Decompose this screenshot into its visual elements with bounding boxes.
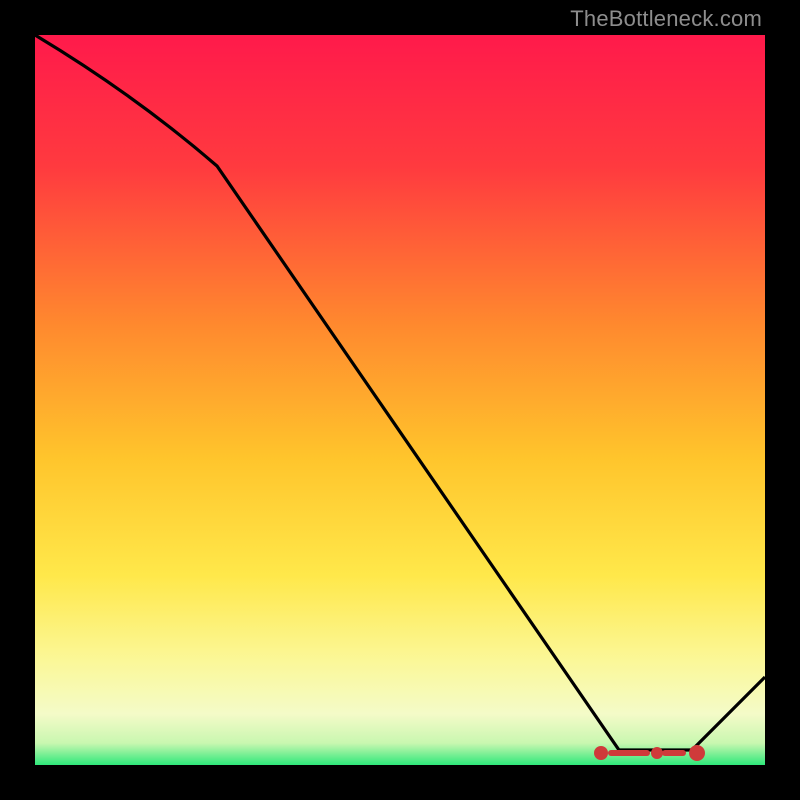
gradient-background: [35, 35, 765, 765]
chart-frame: TheBottleneck.com: [0, 0, 800, 800]
plot-area: [35, 35, 765, 765]
chart-svg: [35, 35, 765, 765]
attribution-text: TheBottleneck.com: [570, 6, 762, 32]
